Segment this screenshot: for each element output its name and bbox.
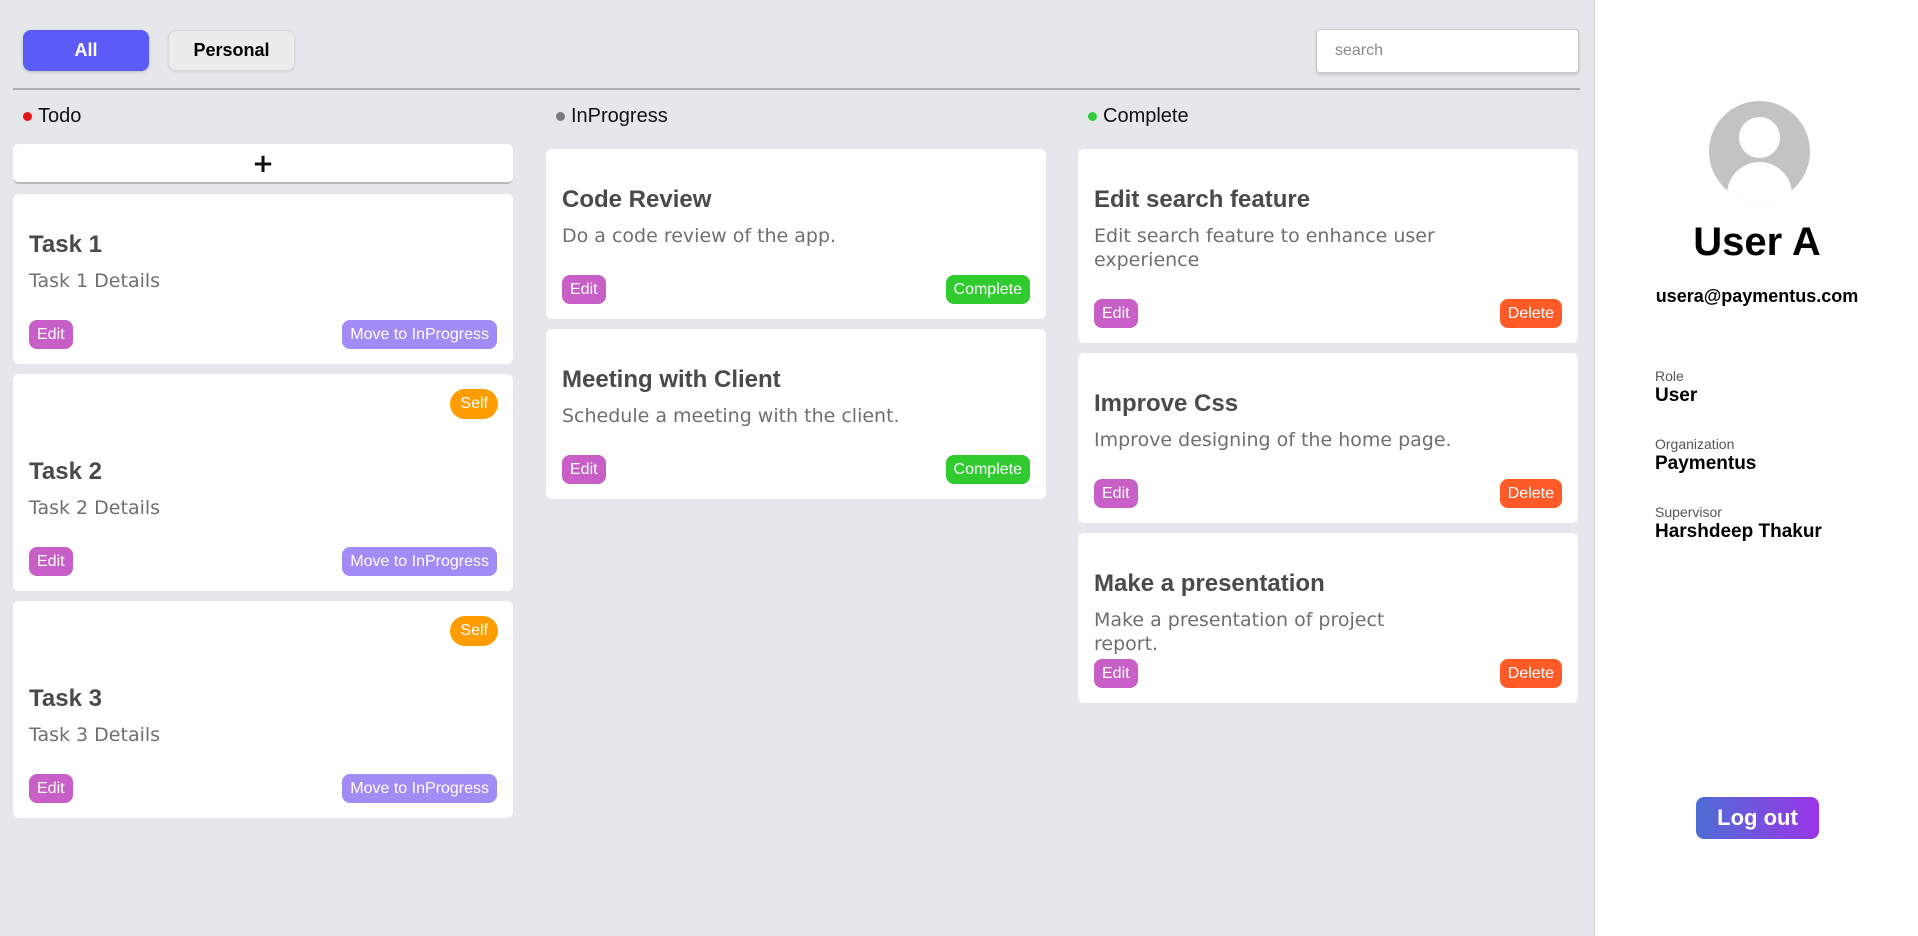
- task-description: Task 1 Details: [29, 270, 161, 292]
- user-avatar-icon: [1709, 101, 1810, 202]
- task-description: Task 2 Details: [29, 497, 161, 519]
- edit-button[interactable]: Edit: [29, 774, 73, 803]
- task-actions: Edit Delete: [1094, 659, 1562, 688]
- task-card: Improve Css Improve designing of the hom…: [1078, 353, 1578, 523]
- task-actions: Edit Complete: [562, 455, 1030, 484]
- filter-personal-button[interactable]: Personal: [168, 30, 295, 71]
- header-divider: [13, 88, 1580, 90]
- task-actions: Edit Complete: [562, 275, 1030, 304]
- organization-value: Paymentus: [1655, 453, 1757, 474]
- task-title: Edit search feature: [1094, 186, 1311, 213]
- task-description: Schedule a meeting with the client.: [562, 405, 900, 427]
- edit-button[interactable]: Edit: [1094, 659, 1138, 688]
- task-title: Improve Css: [1094, 390, 1239, 417]
- task-title: Task 1: [29, 231, 102, 258]
- task-card: Self Task 3 Task 3 Details Edit Move to …: [13, 601, 513, 818]
- task-card: Self Task 2 Task 2 Details Edit Move to …: [13, 374, 513, 591]
- edit-button[interactable]: Edit: [29, 547, 73, 576]
- column-complete: Complete Edit search feature Edit search…: [1078, 102, 1578, 703]
- task-card: Make a presentation Make a presentation …: [1078, 533, 1578, 703]
- column-header-todo: Todo: [13, 102, 513, 130]
- task-title: Task 3: [29, 685, 102, 712]
- edit-button[interactable]: Edit: [562, 455, 606, 484]
- profile-panel: User A usera@paymentus.com Role User Org…: [1594, 0, 1918, 936]
- move-to-inprogress-button[interactable]: Move to InProgress: [342, 774, 497, 803]
- task-description: Task 3 Details: [29, 724, 161, 746]
- board-area: All Personal Todo + Task 1 Task 1 Detail…: [0, 0, 1594, 936]
- task-title: Meeting with Client: [562, 366, 781, 393]
- self-badge: Self: [450, 616, 498, 646]
- edit-button[interactable]: Edit: [1094, 299, 1138, 328]
- task-actions: Edit Move to InProgress: [29, 774, 497, 803]
- task-card: Task 1 Task 1 Details Edit Move to InPro…: [13, 194, 513, 364]
- supervisor-value: Harshdeep Thakur: [1655, 521, 1822, 542]
- add-task-button[interactable]: +: [13, 144, 513, 184]
- task-title: Task 2: [29, 458, 102, 485]
- delete-button[interactable]: Delete: [1499, 659, 1562, 688]
- task-description: Edit search feature to enhance user expe…: [1094, 225, 1435, 271]
- task-card: Meeting with Client Schedule a meeting w…: [546, 329, 1046, 499]
- user-email: usera@paymentus.com: [1655, 286, 1859, 306]
- task-title: Make a presentation: [1094, 570, 1325, 597]
- edit-button[interactable]: Edit: [562, 275, 606, 304]
- delete-button[interactable]: Delete: [1499, 299, 1562, 328]
- task-description: Make a presentation of project report.: [1094, 609, 1385, 655]
- task-actions: Edit Move to InProgress: [29, 320, 497, 349]
- self-badge: Self: [450, 389, 498, 419]
- complete-button[interactable]: Complete: [945, 275, 1030, 304]
- column-inprogress: InProgress Code Review Do a code review …: [546, 102, 1046, 499]
- task-card: Code Review Do a code review of the app.…: [546, 149, 1046, 319]
- search-input[interactable]: [1316, 29, 1579, 73]
- delete-button[interactable]: Delete: [1499, 479, 1562, 508]
- task-description: Improve designing of the home page.: [1094, 429, 1452, 451]
- complete-button[interactable]: Complete: [945, 455, 1030, 484]
- task-actions: Edit Delete: [1094, 479, 1562, 508]
- task-card: Edit search feature Edit search feature …: [1078, 149, 1578, 343]
- avatar-head-shape: [1739, 117, 1780, 158]
- task-actions: Edit Move to InProgress: [29, 547, 497, 576]
- role-value: User: [1655, 385, 1698, 406]
- column-title: Todo: [38, 104, 82, 127]
- supervisor-label: Supervisor: [1655, 504, 1722, 520]
- move-to-inprogress-button[interactable]: Move to InProgress: [342, 547, 497, 576]
- user-name: User A: [1693, 220, 1821, 264]
- column-header-complete: Complete: [1078, 102, 1578, 130]
- organization-label: Organization: [1655, 436, 1735, 452]
- avatar-body-shape: [1727, 162, 1792, 202]
- column-todo: Todo + Task 1 Task 1 Details Edit Move t…: [13, 102, 513, 818]
- edit-button[interactable]: Edit: [1094, 479, 1138, 508]
- column-title: InProgress: [571, 104, 668, 127]
- inprogress-status-dot: [556, 111, 565, 121]
- todo-status-dot: [23, 111, 32, 121]
- column-header-inprogress: InProgress: [546, 102, 1046, 130]
- task-description: Do a code review of the app.: [562, 225, 837, 247]
- complete-status-dot: [1088, 111, 1097, 121]
- edit-button[interactable]: Edit: [29, 320, 73, 349]
- column-title: Complete: [1103, 104, 1189, 127]
- logout-button[interactable]: Log out: [1696, 797, 1819, 839]
- role-label: Role: [1655, 368, 1684, 384]
- filter-all-button[interactable]: All: [23, 30, 149, 71]
- task-actions: Edit Delete: [1094, 299, 1562, 328]
- task-title: Code Review: [562, 186, 712, 213]
- move-to-inprogress-button[interactable]: Move to InProgress: [342, 320, 497, 349]
